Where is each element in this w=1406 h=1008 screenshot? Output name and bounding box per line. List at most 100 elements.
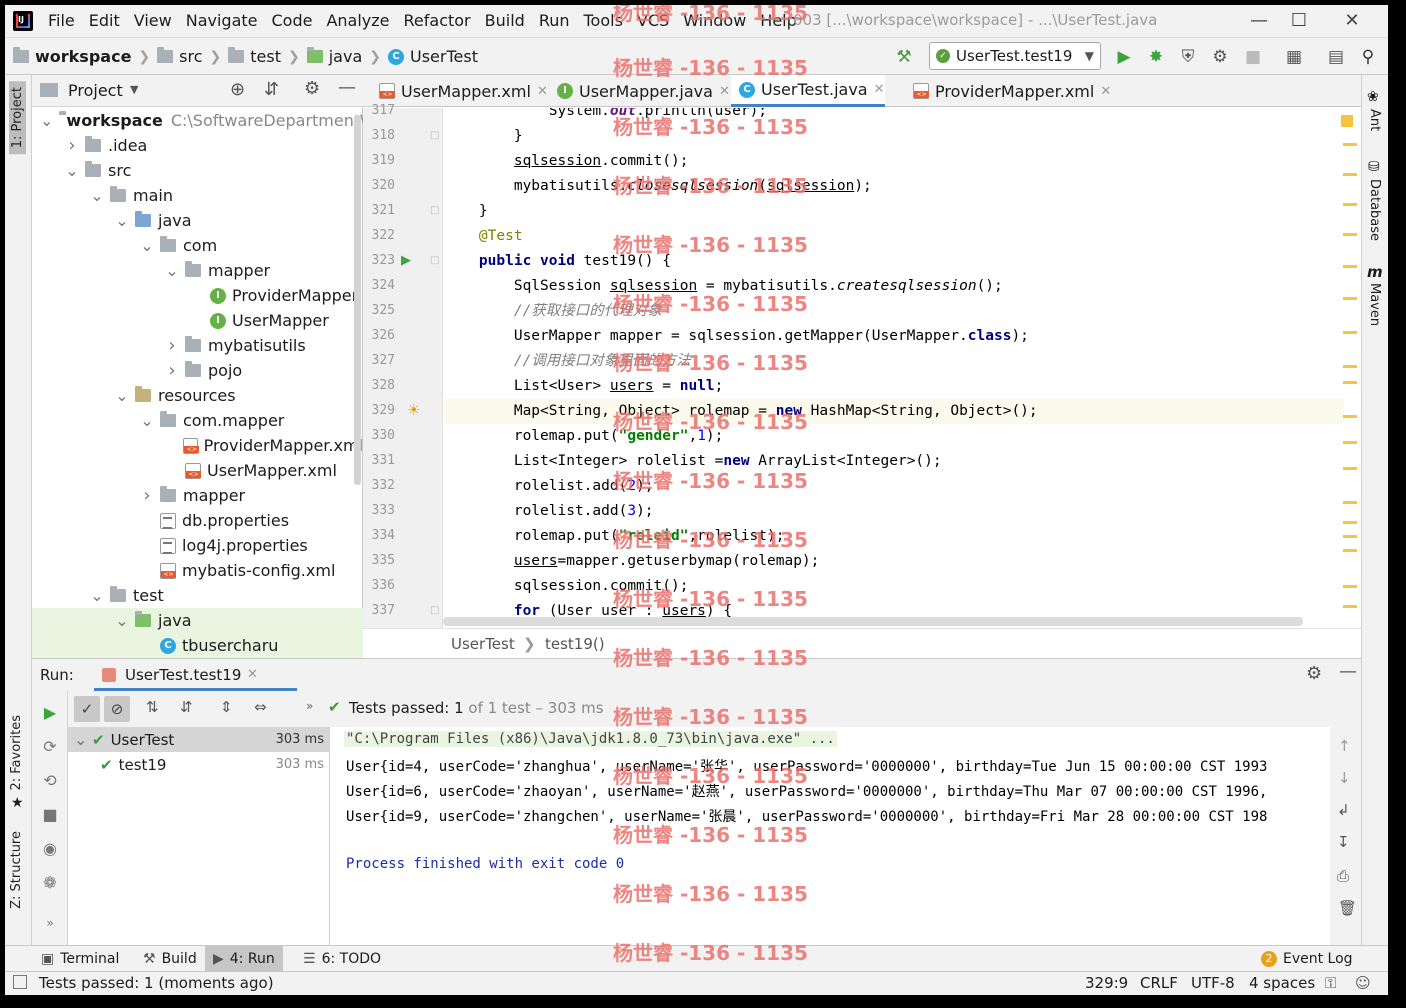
run-icon[interactable]: ▶ xyxy=(1113,46,1135,68)
warning-stripe-mark[interactable] xyxy=(1343,535,1357,538)
build-hammer-icon[interactable]: ⚒ xyxy=(893,46,915,68)
tree-item[interactable]: ProviderMapper.xml xyxy=(32,433,363,458)
gear-icon[interactable]: ⚙ xyxy=(304,78,320,99)
stop-icon[interactable]: ■ xyxy=(40,805,60,825)
code-line[interactable]: //调用接口对象里面的方法 xyxy=(444,349,1344,374)
chevron-down-icon[interactable]: ⌄ xyxy=(74,730,88,749)
maximize-icon[interactable]: ☐ xyxy=(1286,8,1312,34)
search-icon[interactable]: ⚲ xyxy=(1357,46,1379,68)
breadcrumb-class[interactable]: UserTest xyxy=(451,635,515,653)
database-tool-tab[interactable]: Database xyxy=(1367,179,1382,241)
code-line[interactable]: List<User> users = null; xyxy=(444,374,1344,399)
tree-item[interactable]: ⌄ src xyxy=(32,158,363,183)
tree-item[interactable]: ⌄ com.mapper xyxy=(32,408,363,433)
tree-item[interactable]: ⌄ resources xyxy=(32,383,363,408)
code-line[interactable]: rolemap.put("gender",1); xyxy=(444,424,1344,449)
tree-item[interactable]: log4j.properties xyxy=(32,533,363,558)
code-line[interactable]: sqlsession.commit(); xyxy=(444,149,1344,174)
chevron-right-icon[interactable]: › xyxy=(140,485,154,506)
terminal-window-icon[interactable]: ▤ xyxy=(1325,46,1347,68)
tree-item[interactable]: I ProviderMapper xyxy=(32,283,363,308)
warning-marker-icon[interactable] xyxy=(1341,115,1353,127)
menu-run[interactable]: Run xyxy=(539,11,570,30)
warning-stripe-mark[interactable] xyxy=(1343,501,1357,504)
tree-item[interactable]: ⌄ mapper xyxy=(32,258,363,283)
favorites-tool-tab[interactable]: 2: Favorites xyxy=(9,715,24,791)
locate-icon[interactable]: ⊕ xyxy=(230,79,245,100)
tool-tab-build[interactable]: ⚒ Build xyxy=(135,946,205,972)
fold-icon[interactable]: □ xyxy=(430,255,439,266)
crumb-java[interactable]: java xyxy=(306,47,362,66)
trash-icon[interactable]: 🗑 xyxy=(1338,899,1357,917)
chevron-down-icon[interactable]: ⌄ xyxy=(115,386,129,405)
menu-vcs[interactable]: VCS xyxy=(637,11,669,30)
chevron-down-icon[interactable]: ⌄ xyxy=(165,261,179,280)
tree-item[interactable]: › .idea xyxy=(32,133,363,158)
chevron-down-icon[interactable]: ⌄ xyxy=(90,186,104,205)
chevron-down-icon[interactable]: ⌄ xyxy=(65,161,79,180)
inspector-icon[interactable]: ☺ xyxy=(1355,974,1371,992)
show-ignored-icon[interactable]: ⊘ xyxy=(104,696,130,722)
code-line[interactable]: SqlSession sqlsession = mybatisutils.cre… xyxy=(444,274,1344,299)
tree-item[interactable]: ⌄ test xyxy=(32,583,363,608)
fold-icon[interactable]: □ xyxy=(430,130,439,141)
soft-wrap-icon[interactable]: ↲ xyxy=(1337,801,1350,819)
chevron-down-icon[interactable]: ⌄ xyxy=(40,111,53,130)
caret-position[interactable]: 329:9 xyxy=(1085,974,1128,992)
scroll-to-end-icon[interactable]: ↧ xyxy=(1337,833,1350,851)
warning-stripe-mark[interactable] xyxy=(1343,173,1357,176)
close-tab-icon[interactable]: ✕ xyxy=(247,667,258,682)
crumb-test[interactable]: test xyxy=(228,47,281,66)
tree-item[interactable]: ⌄ java xyxy=(32,608,363,633)
code-line[interactable]: } xyxy=(444,124,1344,149)
menu-help[interactable]: Help xyxy=(760,11,796,30)
tree-item[interactable]: UserMapper.xml xyxy=(32,458,363,483)
editor-tab[interactable]: C UserTest.java ✕ xyxy=(731,75,885,107)
menu-refactor[interactable]: Refactor xyxy=(404,11,471,30)
crumb-usertest[interactable]: C UserTest xyxy=(387,47,478,66)
test-tree-item[interactable]: ✔ test19 303 ms xyxy=(68,752,330,777)
close-tab-icon[interactable]: ✕ xyxy=(874,82,885,97)
warning-stripe-mark[interactable] xyxy=(1343,585,1357,588)
warning-stripe-mark[interactable] xyxy=(1343,521,1357,524)
file-encoding[interactable]: UTF-8 xyxy=(1191,974,1235,992)
chevron-right-icon[interactable]: › xyxy=(65,135,79,156)
profile-icon[interactable]: ⚙ xyxy=(1209,46,1231,68)
menu-edit[interactable]: Edit xyxy=(89,11,120,30)
up-arrow-icon[interactable]: ↑ xyxy=(1338,737,1351,755)
code-line[interactable]: users=mapper.getuserbymap(rolemap); xyxy=(444,549,1344,574)
console-output[interactable]: "C:\Program Files (x86)\Java\jdk1.8.0_73… xyxy=(330,727,1330,946)
menu-build[interactable]: Build xyxy=(485,11,525,30)
project-scrollbar[interactable] xyxy=(354,115,361,485)
more-icon[interactable]: » xyxy=(40,913,60,933)
warning-stripe-mark[interactable] xyxy=(1343,143,1357,146)
editor-tab[interactable]: UserMapper.xml ✕ xyxy=(371,75,548,107)
tool-window-toggle-icon[interactable] xyxy=(13,975,27,989)
run-test-gutter-icon[interactable]: ▶ xyxy=(401,253,411,268)
warning-stripe-mark[interactable] xyxy=(1343,297,1357,300)
project-view-selector[interactable]: Project xyxy=(68,81,123,100)
code-line[interactable]: rolelist.add(3); xyxy=(444,499,1344,524)
collapse-all-icon[interactable]: ⇵ xyxy=(264,79,279,100)
warning-stripe-mark[interactable] xyxy=(1343,441,1357,444)
tool-tab-todo[interactable]: ☰ 6: TODO xyxy=(295,946,389,972)
code-line[interactable]: List<Integer> rolelist =new ArrayList<In… xyxy=(444,449,1344,474)
run-configuration-select[interactable]: ✓ UserTest.test19 ▼ xyxy=(929,42,1101,70)
menu-code[interactable]: Code xyxy=(272,11,313,30)
hide-icon[interactable]: — xyxy=(1339,661,1357,682)
debug-icon[interactable]: ✸ xyxy=(1145,46,1167,68)
tree-item[interactable]: ⌄ java xyxy=(32,208,363,233)
code-line[interactable]: System.out.println(user); xyxy=(444,108,1344,124)
warning-stripe-mark[interactable] xyxy=(1343,265,1357,268)
tree-item[interactable]: I UserMapper xyxy=(32,308,363,333)
sort-duration-icon[interactable]: ⇵ xyxy=(180,698,193,716)
code-line[interactable]: rolemap.put("roleid",rolelist); xyxy=(444,524,1344,549)
camera-icon[interactable]: ◉ xyxy=(40,839,60,859)
print-icon[interactable]: ⎙ xyxy=(1337,867,1349,885)
close-icon[interactable]: ✕ xyxy=(1339,8,1365,34)
menu-navigate[interactable]: Navigate xyxy=(186,11,258,30)
settings-icon[interactable]: ❁ xyxy=(40,873,60,893)
chevron-down-icon[interactable]: ⌄ xyxy=(90,586,104,605)
menu-file[interactable]: File xyxy=(48,11,75,30)
ant-tool-tab[interactable]: Ant xyxy=(1367,109,1382,131)
